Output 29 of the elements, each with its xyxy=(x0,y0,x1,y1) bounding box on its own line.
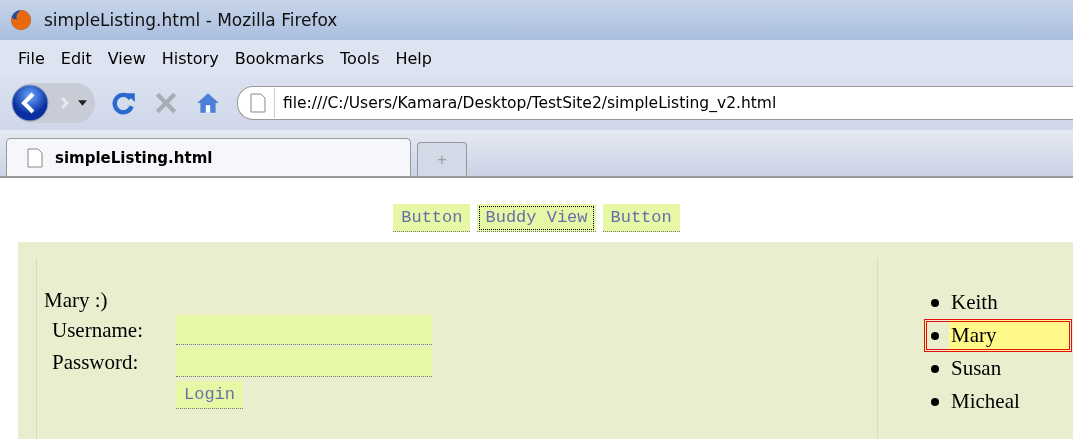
menu-item[interactable]: Edit xyxy=(52,48,100,68)
reload-icon[interactable] xyxy=(111,90,137,116)
dropdown-caret-icon[interactable] xyxy=(78,100,87,106)
firefox-logo-icon xyxy=(10,9,32,31)
address-field[interactable]: file:///C:/Users/Kamara/Desktop/TestSite2/simpleListing_v2.html xyxy=(237,86,1073,120)
buddy-list-item[interactable]: Keith xyxy=(924,286,1072,319)
input-field[interactable] xyxy=(176,315,432,345)
menu-item[interactable]: View xyxy=(99,48,154,68)
page-button[interactable]: Buddy View xyxy=(477,204,596,232)
field-label: Username: xyxy=(52,317,144,343)
login-button[interactable]: Login xyxy=(176,381,243,409)
page-icon xyxy=(27,147,43,168)
input-field[interactable] xyxy=(176,347,432,377)
buddy-list-item[interactable]: Mary xyxy=(924,319,1072,352)
menu-item[interactable]: Help xyxy=(387,48,440,68)
page-button[interactable]: Button xyxy=(602,204,680,232)
field-label: Password: xyxy=(52,349,140,375)
menu-item[interactable]: File xyxy=(10,48,53,68)
page-button[interactable]: Button xyxy=(393,204,471,232)
browser-tab[interactable]: simpleListing.html xyxy=(6,138,411,176)
page-icon xyxy=(250,93,266,113)
menu-item[interactable]: Bookmarks xyxy=(226,48,333,68)
menu-item[interactable]: Tools xyxy=(332,48,388,68)
menu-item[interactable]: History xyxy=(153,48,227,68)
greeting-text: Mary :) xyxy=(44,288,109,313)
back-icon[interactable] xyxy=(10,83,50,123)
buddy-list-item[interactable]: Susan xyxy=(924,352,1072,385)
buddy-list-item[interactable]: Micheal xyxy=(924,385,1072,418)
window-title: simpleListing.html - Mozilla Firefox xyxy=(44,10,338,30)
